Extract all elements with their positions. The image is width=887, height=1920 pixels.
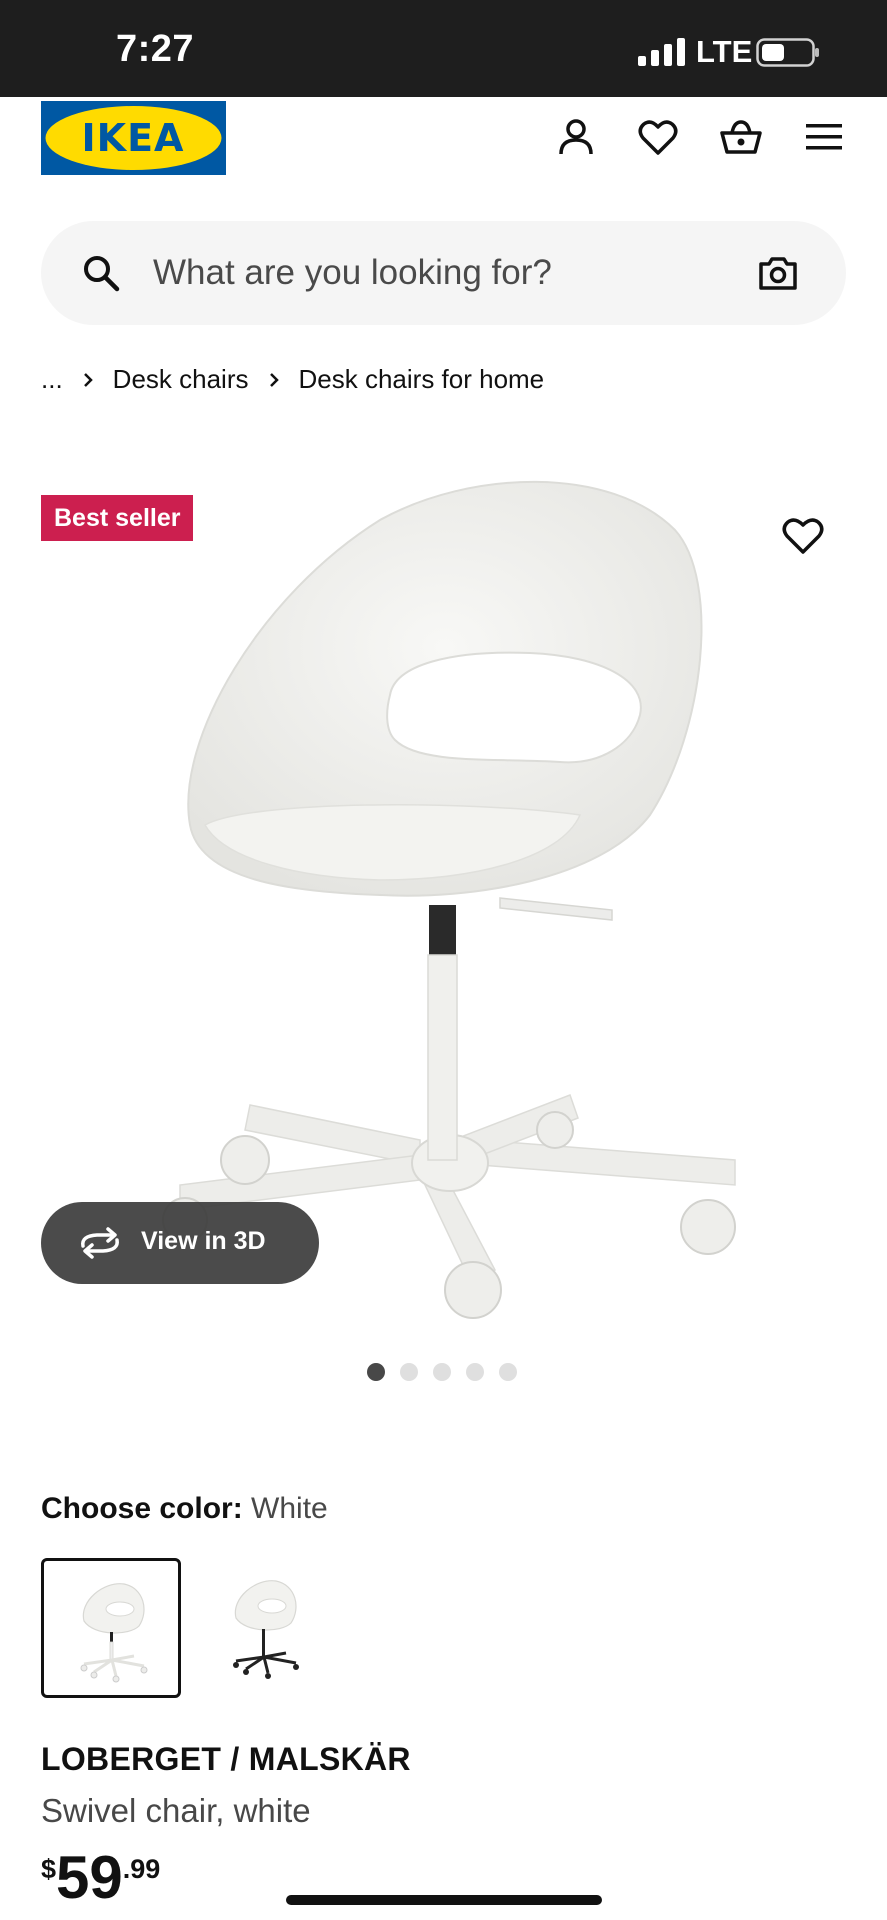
menu-icon[interactable]: [802, 115, 846, 159]
carousel-dot[interactable]: [367, 1363, 385, 1381]
search-icon[interactable]: [81, 253, 121, 293]
ikea-logo[interactable]: IKEA: [41, 101, 226, 175]
carousel-dot[interactable]: [400, 1363, 418, 1381]
breadcrumb-link[interactable]: Desk chairs for home: [299, 364, 545, 395]
status-bar: 7:27 LTE: [0, 0, 887, 97]
search-bar[interactable]: What are you looking for?: [41, 221, 846, 325]
white-chair-thumbnail: [80, 1583, 148, 1683]
heart-icon[interactable]: [780, 512, 826, 558]
price-decimal: .99: [122, 1854, 161, 1884]
search-input[interactable]: What are you looking for?: [153, 253, 552, 293]
site-header: IKEA: [0, 97, 887, 192]
choose-color: Choose color: White: [41, 1492, 328, 1526]
view-in-3d-button[interactable]: View in 3D: [41, 1202, 319, 1284]
rotate-3d-icon: [81, 1227, 119, 1259]
color-option-black[interactable]: [196, 1558, 336, 1698]
wishlist-icon[interactable]: [636, 115, 680, 159]
camera-search-icon[interactable]: [757, 252, 799, 294]
view-in-3d-label: View in 3D: [141, 1227, 266, 1255]
black-base-chair-thumbnail: [233, 1580, 299, 1679]
cellular-signal-icon: [638, 38, 685, 66]
choose-color-label: Choose color:: [41, 1492, 243, 1525]
carousel-indicator: [367, 1363, 517, 1381]
status-time: 7:27: [116, 28, 195, 70]
product-price: $59.99: [41, 1848, 160, 1908]
chevron-right-icon: [83, 372, 93, 387]
color-option-white[interactable]: [41, 1558, 181, 1698]
price-integer: 59: [56, 1844, 123, 1911]
carousel-dot[interactable]: [466, 1363, 484, 1381]
shopping-bag-icon[interactable]: [719, 115, 763, 159]
breadcrumb-link[interactable]: Desk chairs: [113, 364, 249, 395]
battery-icon: [756, 38, 819, 67]
product-description: Swivel chair, white: [41, 1792, 311, 1829]
product-name: LOBERGET / MALSKÄR: [41, 1741, 411, 1777]
best-seller-badge: Best seller: [41, 495, 194, 541]
breadcrumb-ellipsis[interactable]: ...: [41, 364, 63, 395]
carousel-dot[interactable]: [433, 1363, 451, 1381]
account-icon[interactable]: [554, 115, 598, 159]
price-currency: $: [41, 1854, 57, 1884]
carousel-dot[interactable]: [499, 1363, 517, 1381]
chevron-right-icon: [269, 372, 279, 387]
home-indicator: [286, 1895, 602, 1905]
selected-color: White: [251, 1492, 328, 1525]
logo-text: IKEA: [82, 116, 185, 160]
network-type: LTE: [696, 34, 753, 69]
breadcrumb: ... Desk chairs Desk chairs for home: [41, 364, 544, 395]
